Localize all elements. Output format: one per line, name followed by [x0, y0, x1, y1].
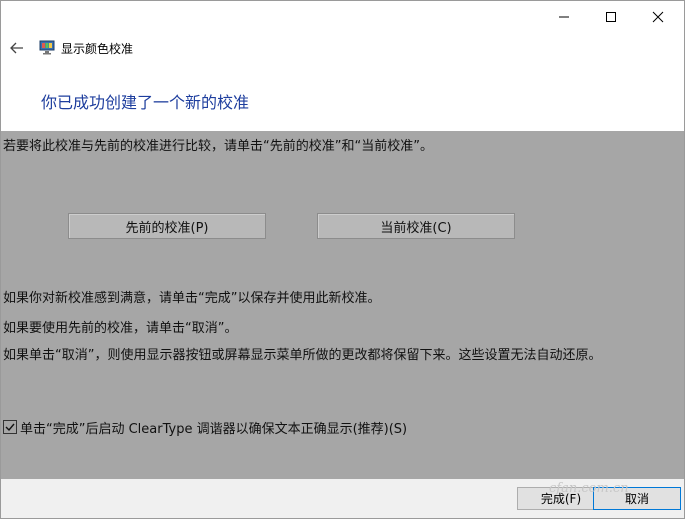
close-button[interactable] — [635, 1, 681, 33]
minimize-icon — [559, 16, 569, 18]
cancel-button[interactable]: 取消 — [593, 487, 681, 510]
current-calibration-button[interactable]: 当前校准(C) — [317, 213, 515, 239]
previous-calibration-button[interactable]: 先前的校准(P) — [68, 213, 266, 239]
footer-bar: 完成(F) 取消 — [1, 479, 684, 518]
back-button[interactable] — [7, 39, 27, 57]
minimize-button[interactable] — [541, 1, 587, 33]
finish-button[interactable]: 完成(F) — [517, 487, 605, 510]
maximize-button[interactable] — [588, 1, 634, 33]
checkmark-icon — [5, 423, 15, 432]
cancel-note: 如果单击“取消”，则使用显示器按钮或屏幕显示菜单所做的更改都将保留下来。这些设置… — [3, 348, 602, 363]
calibration-window: 显示颜色校准 你已成功创建了一个新的校准 若要将此校准与先前的校准进行比较，请单… — [0, 0, 685, 519]
cleartype-checkbox[interactable] — [3, 420, 17, 434]
content-panel: 若要将此校准与先前的校准进行比较，请单击“先前的校准”和“当前校准”。 先前的校… — [1, 131, 684, 479]
cleartype-checkbox-label[interactable]: 单击“完成”后启动 ClearType 调谐器以确保文本正确显示(推荐)(S) — [20, 418, 407, 437]
back-arrow-icon — [10, 42, 23, 54]
display-calibration-icon — [39, 39, 55, 55]
satisfied-text: 如果你对新校准感到满意，请单击“完成”以保存并使用此新校准。 — [3, 291, 381, 306]
close-icon — [652, 11, 664, 23]
window-title: 显示颜色校准 — [61, 42, 134, 56]
maximize-icon — [606, 12, 616, 22]
compare-instructions: 若要将此校准与先前的校准进行比较，请单击“先前的校准”和“当前校准”。 — [3, 139, 433, 154]
page-heading: 你已成功创建了一个新的校准 — [41, 93, 250, 112]
use-previous-text: 如果要使用先前的校准，请单击“取消”。 — [3, 321, 238, 336]
